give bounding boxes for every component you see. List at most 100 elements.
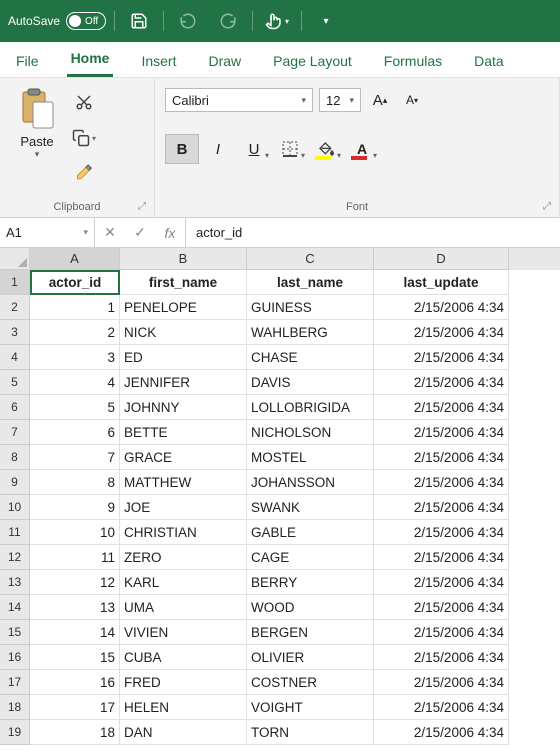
cell[interactable]: CUBA bbox=[120, 645, 247, 670]
cell[interactable]: 2/15/2006 4:34 bbox=[374, 570, 509, 595]
row-header[interactable]: 19 bbox=[0, 720, 30, 745]
cell[interactable]: first_name bbox=[120, 270, 247, 295]
cell[interactable]: actor_id bbox=[30, 270, 120, 295]
font-name-select[interactable]: Calibri ▾ bbox=[165, 88, 313, 112]
cell[interactable]: VOIGHT bbox=[247, 695, 374, 720]
cell[interactable]: ED bbox=[120, 345, 247, 370]
save-icon[interactable] bbox=[123, 5, 155, 37]
cell[interactable]: 2/15/2006 4:34 bbox=[374, 495, 509, 520]
tab-insert[interactable]: Insert bbox=[137, 45, 180, 77]
cell[interactable]: 14 bbox=[30, 620, 120, 645]
cell[interactable]: BERRY bbox=[247, 570, 374, 595]
cell[interactable]: FRED bbox=[120, 670, 247, 695]
cell[interactable]: SWANK bbox=[247, 495, 374, 520]
tab-file[interactable]: File bbox=[12, 45, 43, 77]
cell[interactable]: KARL bbox=[120, 570, 247, 595]
cell[interactable]: CAGE bbox=[247, 545, 374, 570]
row-header[interactable]: 14 bbox=[0, 595, 30, 620]
cell[interactable]: COSTNER bbox=[247, 670, 374, 695]
cell[interactable]: VIVIEN bbox=[120, 620, 247, 645]
cell[interactable]: PENELOPE bbox=[120, 295, 247, 320]
row-header[interactable]: 16 bbox=[0, 645, 30, 670]
cell[interactable]: 2/15/2006 4:34 bbox=[374, 370, 509, 395]
decrease-font-button[interactable]: A▾ bbox=[399, 88, 425, 112]
cell[interactable]: 2/15/2006 4:34 bbox=[374, 470, 509, 495]
cell[interactable]: last_update bbox=[374, 270, 509, 295]
cell[interactable]: JOE bbox=[120, 495, 247, 520]
select-all-button[interactable] bbox=[0, 248, 30, 270]
cell[interactable]: 2/15/2006 4:34 bbox=[374, 345, 509, 370]
bold-button[interactable]: B bbox=[165, 134, 199, 164]
name-box[interactable]: A1 ▾ bbox=[0, 218, 95, 247]
cell[interactable]: JENNIFER bbox=[120, 370, 247, 395]
cell[interactable]: DAVIS bbox=[247, 370, 374, 395]
cell[interactable]: 2/15/2006 4:34 bbox=[374, 320, 509, 345]
font-size-select[interactable]: 12 ▾ bbox=[319, 88, 361, 112]
cell[interactable]: JOHNNY bbox=[120, 395, 247, 420]
cell[interactable]: LOLLOBRIGIDA bbox=[247, 395, 374, 420]
column-header-D[interactable]: D bbox=[374, 248, 509, 270]
cell[interactable]: NICK bbox=[120, 320, 247, 345]
row-header[interactable]: 5 bbox=[0, 370, 30, 395]
cell[interactable]: 2/15/2006 4:34 bbox=[374, 645, 509, 670]
cell[interactable]: 12 bbox=[30, 570, 120, 595]
cell[interactable]: GABLE bbox=[247, 520, 374, 545]
italic-button[interactable]: I bbox=[201, 134, 235, 164]
cell[interactable]: 2/15/2006 4:34 bbox=[374, 445, 509, 470]
format-painter-button[interactable] bbox=[70, 160, 98, 188]
cell[interactable]: 2/15/2006 4:34 bbox=[374, 670, 509, 695]
row-header[interactable]: 18 bbox=[0, 695, 30, 720]
toggle-switch[interactable]: Off bbox=[66, 12, 106, 30]
cancel-formula-button[interactable]: ✕ bbox=[95, 224, 125, 241]
cell[interactable]: JOHANSSON bbox=[247, 470, 374, 495]
cell[interactable]: 10 bbox=[30, 520, 120, 545]
row-header[interactable]: 7 bbox=[0, 420, 30, 445]
fill-color-button[interactable]: ▾ bbox=[309, 134, 343, 164]
cell[interactable]: 1 bbox=[30, 295, 120, 320]
tab-formulas[interactable]: Formulas bbox=[380, 45, 446, 77]
cell[interactable]: WAHLBERG bbox=[247, 320, 374, 345]
cell[interactable]: 9 bbox=[30, 495, 120, 520]
row-header[interactable]: 9 bbox=[0, 470, 30, 495]
increase-font-button[interactable]: A▴ bbox=[367, 88, 393, 112]
tab-data[interactable]: Data bbox=[470, 45, 508, 77]
cell[interactable]: 3 bbox=[30, 345, 120, 370]
cell[interactable]: 11 bbox=[30, 545, 120, 570]
cell[interactable]: 13 bbox=[30, 595, 120, 620]
column-header-A[interactable]: A bbox=[30, 248, 120, 270]
cell[interactable]: MOSTEL bbox=[247, 445, 374, 470]
paste-button[interactable]: Paste ▾ bbox=[10, 84, 64, 192]
cut-button[interactable] bbox=[70, 88, 98, 116]
cell[interactable]: CHASE bbox=[247, 345, 374, 370]
cell[interactable]: 2 bbox=[30, 320, 120, 345]
cell[interactable]: 2/15/2006 4:34 bbox=[374, 520, 509, 545]
column-header-C[interactable]: C bbox=[247, 248, 374, 270]
cell[interactable]: 2/15/2006 4:34 bbox=[374, 595, 509, 620]
cell[interactable]: 2/15/2006 4:34 bbox=[374, 695, 509, 720]
cell[interactable]: 2/15/2006 4:34 bbox=[374, 545, 509, 570]
customize-qat-icon[interactable]: ▾ bbox=[310, 5, 342, 37]
tab-home[interactable]: Home bbox=[67, 42, 114, 77]
cell[interactable]: 15 bbox=[30, 645, 120, 670]
row-header[interactable]: 15 bbox=[0, 620, 30, 645]
borders-button[interactable]: ▾ bbox=[273, 134, 307, 164]
cell[interactable]: 17 bbox=[30, 695, 120, 720]
row-header[interactable]: 3 bbox=[0, 320, 30, 345]
cell[interactable]: last_name bbox=[247, 270, 374, 295]
cell[interactable]: GUINESS bbox=[247, 295, 374, 320]
cell[interactable]: UMA bbox=[120, 595, 247, 620]
cell[interactable]: BERGEN bbox=[247, 620, 374, 645]
dialog-launcher-icon[interactable]: ⤢ bbox=[543, 201, 555, 213]
cell[interactable]: 5 bbox=[30, 395, 120, 420]
cell[interactable]: BETTE bbox=[120, 420, 247, 445]
cell[interactable]: TORN bbox=[247, 720, 374, 745]
row-header[interactable]: 10 bbox=[0, 495, 30, 520]
cell[interactable]: GRACE bbox=[120, 445, 247, 470]
row-header[interactable]: 1 bbox=[0, 270, 30, 295]
cell[interactable]: 4 bbox=[30, 370, 120, 395]
cell[interactable]: 2/15/2006 4:34 bbox=[374, 420, 509, 445]
touch-mode-icon[interactable]: ▾ bbox=[261, 5, 293, 37]
tab-page-layout[interactable]: Page Layout bbox=[269, 45, 356, 77]
cell[interactable]: WOOD bbox=[247, 595, 374, 620]
row-header[interactable]: 4 bbox=[0, 345, 30, 370]
